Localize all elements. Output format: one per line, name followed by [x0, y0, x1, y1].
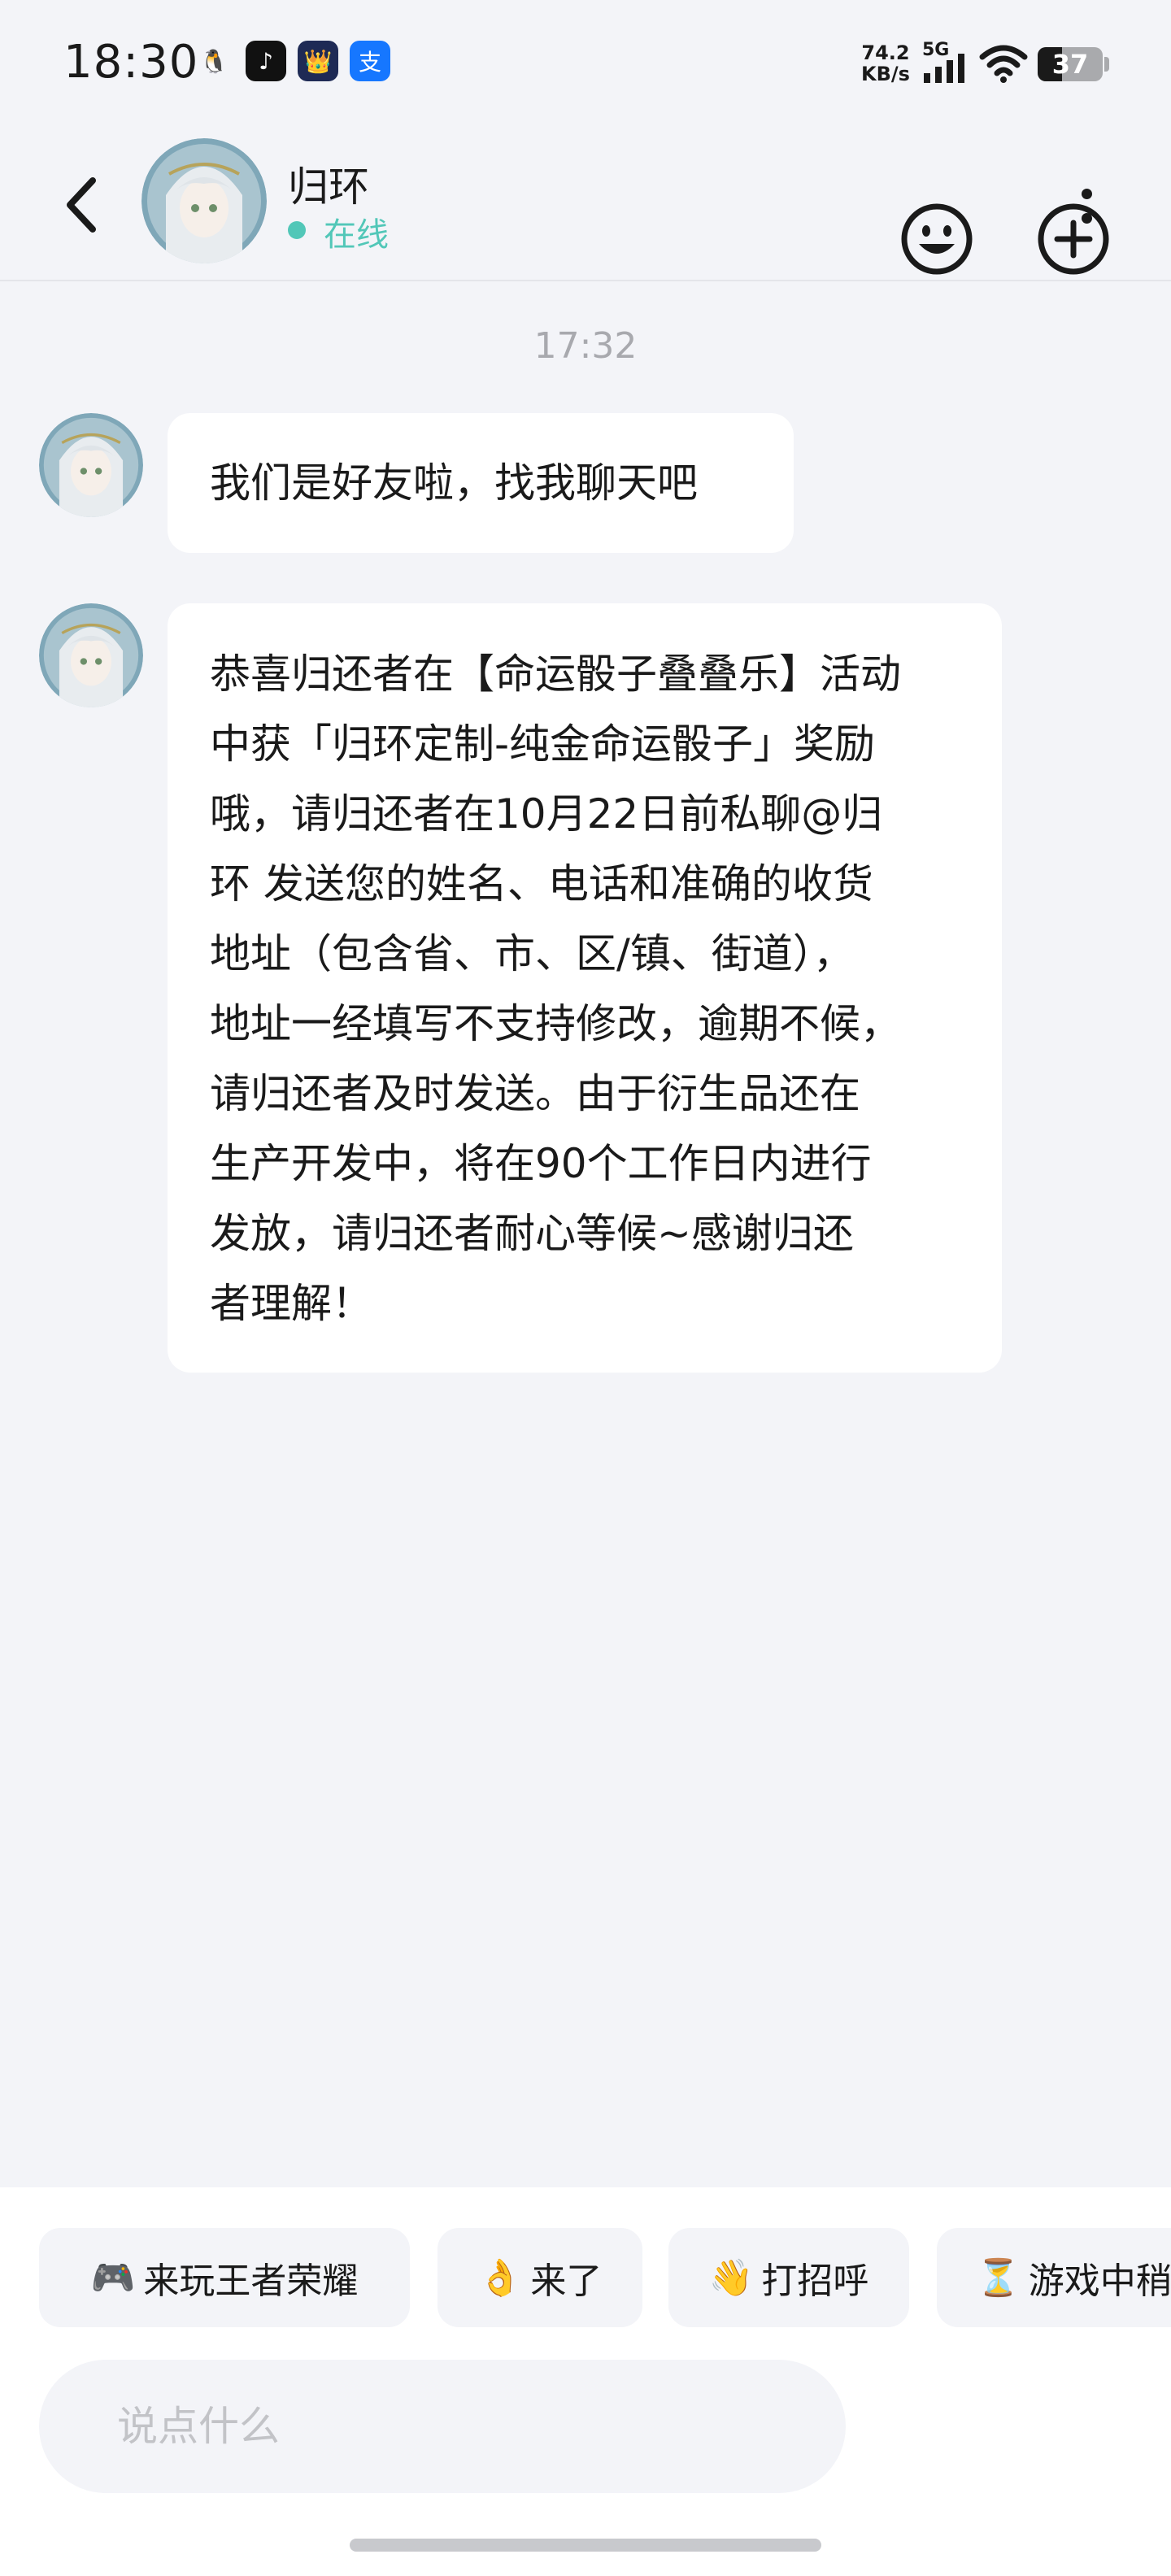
message-text: 我们是好友啦，找我聊天吧 — [210, 459, 698, 507]
message-line: 中获「归环定制-纯金命运骰子」奖励 — [210, 720, 876, 768]
quick-reply-chip[interactable]: 🎮 来玩王者荣耀 — [39, 2228, 410, 2327]
quick-reply-row: 🎮 来玩王者荣耀 👌 来了 👋 打招呼 ⏳ 游戏中稍 — [39, 2228, 1171, 2327]
smiley-icon[interactable] — [899, 202, 974, 276]
message-line: 生产开发中，将在90个工作日内进行 — [210, 1140, 872, 1187]
qq-icon: 🐧 — [199, 47, 229, 75]
chat-header: 归环 在线 — [0, 130, 1171, 281]
message-bubble[interactable]: 我们是好友啦，找我聊天吧 — [168, 413, 794, 553]
message-line: 恭喜归还者在【命运骰子叠叠乐】活动 — [210, 651, 901, 698]
tiktok-icon: ♪ — [246, 41, 286, 81]
network-speed-unit: KB/s — [861, 63, 910, 85]
plus-circle-icon[interactable] — [1036, 202, 1111, 276]
message-line: 者理解！ — [210, 1280, 372, 1327]
network-speed-value: 74.2 — [861, 41, 910, 64]
hourglass-icon: ⏳ — [976, 2257, 1021, 2299]
network-speed: 74.2 KB/s — [857, 42, 914, 85]
message-line: 环 发送您的姓名、电话和准确的收货 — [210, 860, 873, 907]
quick-reply-chip[interactable]: ⏳ 游戏中稍 — [937, 2228, 1171, 2327]
ok-hand-icon: 👌 — [477, 2257, 523, 2299]
notification-app-icons: 🐧 ♪ 👑 支 — [194, 41, 390, 81]
quick-reply-label: 来玩王者荣耀 — [143, 2261, 359, 2302]
message-line: 地址（包含省、市、区/镇、街道）， — [210, 930, 854, 977]
battery-level: 37 — [1051, 49, 1089, 80]
signal-icon: 5G — [922, 41, 964, 83]
home-indicator[interactable] — [350, 2539, 821, 2552]
alipay-icon: 支 — [350, 41, 390, 81]
message-input[interactable] — [117, 2392, 816, 2461]
contact-name: 归环 — [288, 163, 369, 211]
message-line: 哦，请归还者在10月22日前私聊@归 — [210, 790, 883, 838]
composer-panel: 🎮 来玩王者荣耀 👌 来了 👋 打招呼 ⏳ 游戏中稍 — [0, 2187, 1171, 2576]
chat-screen: 18:30 🐧 ♪ 👑 支 74.2 KB/s 5G 37 归环 在线 17:3… — [0, 0, 1171, 2576]
network-type: 5G — [922, 41, 949, 60]
status-bar: 18:30 🐧 ♪ 👑 支 74.2 KB/s 5G 37 — [0, 0, 1171, 130]
quick-reply-chip[interactable]: 👋 打招呼 — [668, 2228, 909, 2327]
online-status-text: 在线 — [324, 216, 389, 254]
online-status-dot — [288, 221, 306, 239]
quick-reply-label: 来了 — [530, 2261, 603, 2302]
kpl-icon: 👑 — [298, 41, 338, 81]
quick-reply-chip[interactable]: 👌 来了 — [437, 2228, 642, 2327]
message-bubble[interactable]: 恭喜归还者在【命运骰子叠叠乐】活动 中获「归环定制-纯金命运骰子」奖励 哦，请归… — [168, 603, 1002, 1373]
message-line: 请归还者及时发送。由于衍生品还在 — [210, 1070, 860, 1117]
wifi-icon — [979, 45, 1028, 83]
message-input-box[interactable] — [39, 2360, 846, 2493]
quick-reply-label: 打招呼 — [761, 2261, 869, 2302]
chat-timestamp: 17:32 — [533, 325, 638, 367]
chevron-left-icon[interactable] — [57, 172, 106, 237]
sender-avatar[interactable] — [39, 413, 143, 517]
message-line: 地址一经填写不支持修改，逾期不候， — [210, 1000, 901, 1047]
quick-reply-label: 游戏中稍 — [1028, 2261, 1171, 2302]
battery-icon: 37 — [1038, 47, 1109, 81]
waving-hand-icon: 👋 — [708, 2257, 754, 2299]
message-line: 发放，请归还者耐心等候~感谢归还 — [210, 1210, 854, 1257]
contact-avatar[interactable] — [141, 138, 267, 263]
sender-avatar[interactable] — [39, 603, 143, 707]
status-time: 18:30 — [63, 36, 199, 89]
gamepad-icon: 🎮 — [90, 2257, 136, 2299]
